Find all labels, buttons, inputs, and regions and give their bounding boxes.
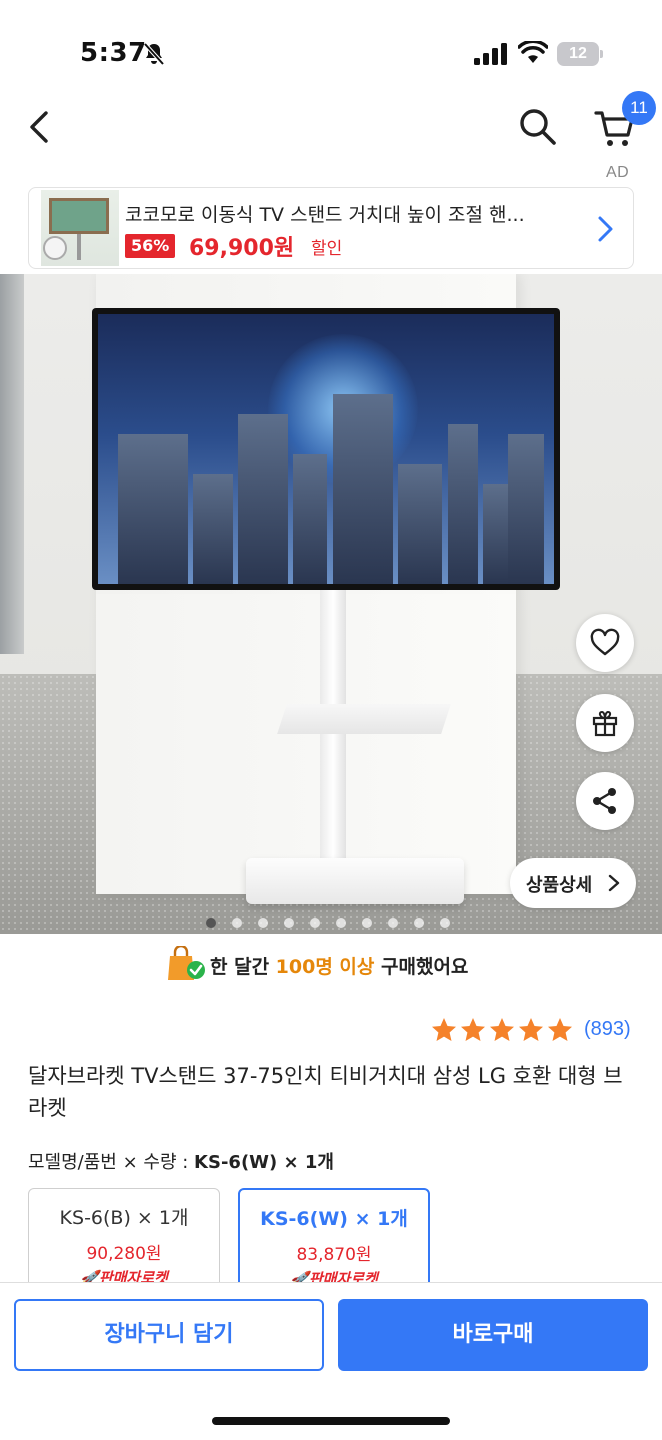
product-detail-button[interactable]: 상품상세	[510, 858, 636, 908]
carousel-pagination	[206, 916, 466, 930]
option-name: KS-6(W) × 1개	[260, 1208, 408, 1230]
star-icon	[461, 1018, 485, 1041]
battery-level: 12	[569, 45, 587, 62]
option-price: 83,870원	[296, 1245, 372, 1265]
wifi-icon	[518, 41, 548, 63]
ad-banner[interactable]: 코코모로 이동식 TV 스탠드 거치대 높이 조절 핸... 56% 69,90…	[28, 187, 634, 269]
status-bar: 5:37 12	[0, 0, 662, 100]
option-selection-label: 모델명/품번 × 수량 : KS-6(W) × 1개	[28, 1152, 334, 1173]
heart-icon	[590, 628, 620, 656]
wishlist-button[interactable]	[576, 614, 634, 672]
star-icon	[519, 1018, 543, 1041]
option-name: KS-6(B) × 1개	[59, 1207, 189, 1229]
ad-thumbnail	[41, 190, 119, 266]
rating-stars[interactable]	[430, 1016, 580, 1046]
gift-icon	[592, 710, 618, 737]
carousel-dot	[362, 918, 372, 928]
review-count-link[interactable]: (893)	[584, 1018, 631, 1041]
carousel-dot	[284, 918, 294, 928]
cart-count-badge[interactable]: 11	[622, 91, 656, 125]
ad-sale-label: 할인	[311, 239, 343, 259]
gift-button[interactable]	[576, 694, 634, 752]
purchase-count-text: 한 달간 100명 이상 구매했어요	[210, 956, 469, 978]
carousel-dot	[232, 918, 242, 928]
carousel-dot	[414, 918, 424, 928]
shopping-bag-check-icon	[168, 946, 205, 980]
carousel-dot	[388, 918, 398, 928]
product-title: 달자브라켓 TV스탠드 37-75인치 티비거치대 삼성 LG 호환 대형 브라…	[28, 1064, 623, 1120]
product-detail-label: 상품상세	[526, 875, 593, 896]
ad-discount-badge: 56%	[125, 234, 176, 258]
carousel-dot	[336, 918, 346, 928]
ad-price: 69,900원	[189, 236, 295, 261]
carousel-dot	[258, 918, 268, 928]
product-tv-image	[92, 308, 560, 590]
carousel-dot	[206, 918, 216, 928]
battery-indicator: 12	[557, 42, 603, 66]
star-icon	[490, 1018, 514, 1041]
star-icon	[432, 1018, 456, 1041]
search-icon[interactable]	[516, 105, 558, 147]
option-card-ks6-b[interactable]: KS-6(B) × 1개 90,280원 🚀판매자로켓	[28, 1188, 220, 1292]
chevron-right-icon	[608, 874, 620, 892]
share-icon	[593, 788, 616, 814]
home-indicator	[212, 1417, 450, 1425]
back-arrow-icon[interactable]	[22, 107, 58, 147]
product-image-carousel[interactable]	[0, 274, 662, 934]
option-price: 90,280원	[86, 1244, 162, 1264]
star-icon	[548, 1018, 572, 1041]
carousel-dot	[440, 918, 450, 928]
selected-option-value: KS-6(W) × 1개	[194, 1152, 334, 1173]
top-navigation: 11	[0, 91, 662, 165]
share-button[interactable]	[576, 772, 634, 830]
option-card-ks6-w[interactable]: KS-6(W) × 1개 83,870원 🚀판매자로켓	[238, 1188, 430, 1292]
purchase-count-highlight: 100명 이상	[275, 956, 375, 978]
ad-title: 코코모로 이동식 TV 스탠드 거치대 높이 조절 핸...	[125, 204, 525, 226]
carousel-dot	[310, 918, 320, 928]
add-to-cart-button[interactable]: 장바구니 담기	[14, 1299, 324, 1371]
ad-label: AD	[606, 164, 630, 181]
cellular-signal-icon	[474, 43, 507, 65]
status-time: 5:37	[80, 38, 147, 68]
chevron-right-icon	[598, 216, 613, 242]
bell-muted-icon	[143, 42, 165, 66]
bottom-action-bar: 장바구니 담기 바로구매	[0, 1282, 662, 1440]
buy-now-button[interactable]: 바로구매	[338, 1299, 648, 1371]
purchase-count-notice: 한 달간 100명 이상 구매했어요	[166, 946, 506, 982]
